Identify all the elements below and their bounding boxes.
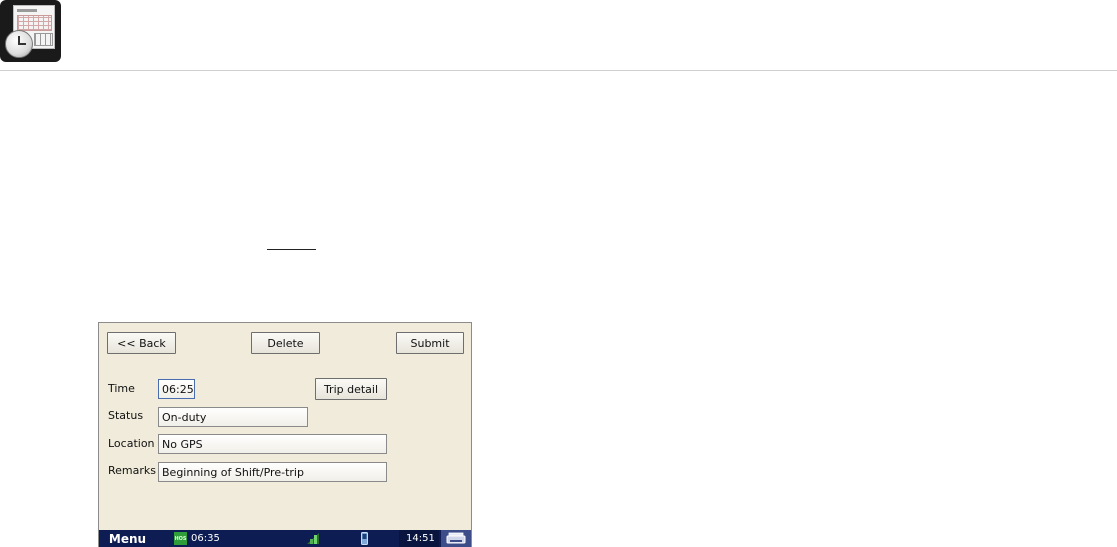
- time-field[interactable]: 06:25: [158, 379, 195, 399]
- status-label: Status: [108, 409, 144, 422]
- delete-button[interactable]: Delete: [251, 332, 320, 354]
- signal-icon: [307, 533, 319, 544]
- remarks-label: Remarks: [108, 464, 156, 477]
- back-button[interactable]: << Back: [107, 332, 176, 354]
- system-clock: 14:51: [406, 533, 435, 544]
- trip-detail-button[interactable]: Trip detail: [315, 378, 387, 400]
- printer-icon: [446, 532, 466, 544]
- menu-button[interactable]: Menu: [99, 530, 156, 547]
- blank-underline: [267, 249, 316, 250]
- page: << Back Delete Submit Time 06:25 Trip de…: [0, 0, 1117, 547]
- header-divider: [0, 70, 1117, 71]
- hos-icon[interactable]: HOS: [174, 532, 187, 545]
- submit-button[interactable]: Submit: [396, 332, 464, 354]
- hos-remaining-time: 06:35: [191, 533, 220, 544]
- location-field[interactable]: No GPS: [158, 434, 387, 454]
- status-field[interactable]: On-duty: [158, 407, 308, 427]
- printer-button[interactable]: [441, 530, 471, 547]
- hos-logbook-app-icon: [0, 0, 61, 62]
- time-label: Time: [108, 382, 135, 395]
- remarks-field[interactable]: Beginning of Shift/Pre-trip: [158, 462, 387, 482]
- clock-icon: [5, 30, 33, 58]
- device-screen: << Back Delete Submit Time 06:25 Trip de…: [98, 322, 472, 547]
- taskbar: Menu HOS 06:35 14:51: [99, 530, 471, 547]
- phone-icon: [361, 532, 368, 545]
- location-label: Location: [108, 437, 155, 450]
